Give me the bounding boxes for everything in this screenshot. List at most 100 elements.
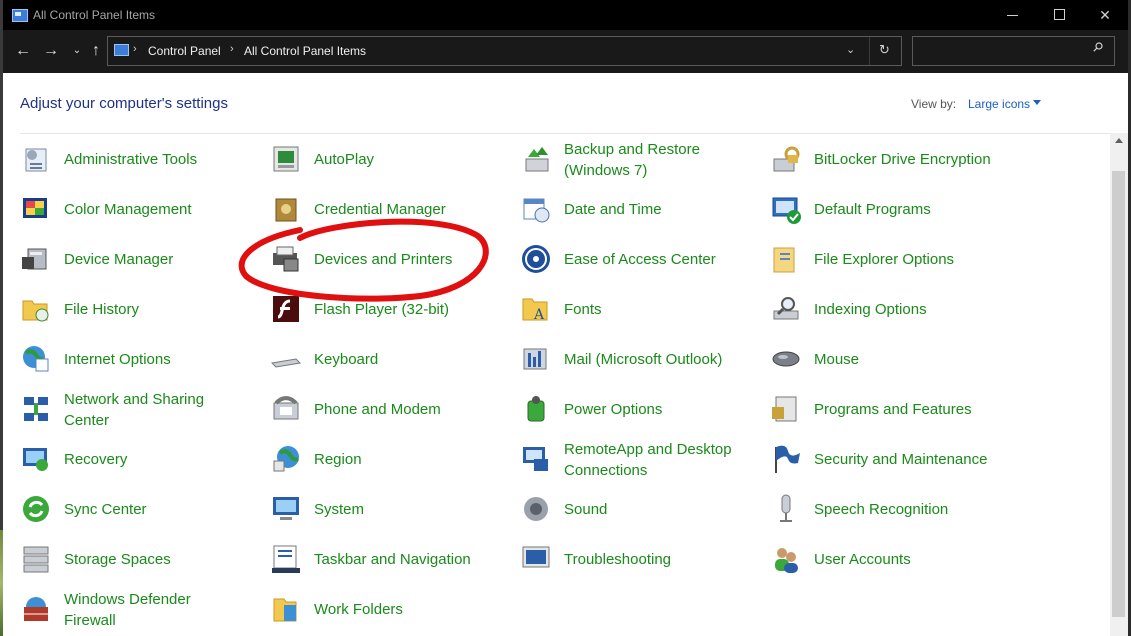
control-panel-item-flash-player-32-bit[interactable]: Flash Player (32-bit)	[270, 286, 510, 332]
item-label: BitLocker Drive Encryption	[814, 149, 991, 170]
back-button[interactable]: ←	[13, 42, 33, 62]
item-label-line: Indexing Options	[814, 301, 927, 318]
control-panel-item-windows-defender[interactable]: Windows Defender Firewall	[20, 586, 260, 632]
work-folders-icon	[270, 593, 302, 625]
control-panel-item-indexing-options[interactable]: Indexing Options	[770, 286, 1010, 332]
item-label: Sync Center	[64, 499, 147, 520]
item-label: Indexing Options	[814, 299, 927, 320]
control-panel-window: All Control Panel Items ✕ ← → ⌄ ↑ › Cont…	[3, 0, 1128, 636]
item-label-line: Power Options	[564, 401, 663, 418]
administrative-tools-icon	[20, 143, 52, 175]
control-panel-item-speech-recognition[interactable]: Speech Recognition	[770, 486, 1010, 532]
content-area: Adjust your computer's settings View by:…	[3, 73, 1128, 636]
control-panel-item-troubleshooting[interactable]: Troubleshooting	[520, 536, 760, 582]
mail-icon	[520, 343, 552, 375]
item-label-line: AutoPlay	[314, 151, 375, 168]
control-panel-item-programs-and-features[interactable]: Programs and Features	[770, 386, 1010, 432]
refresh-icon[interactable]: ↻	[879, 42, 890, 58]
globe-icon	[20, 343, 52, 375]
taskbar-icon	[270, 543, 302, 575]
autoplay-icon	[270, 143, 302, 175]
control-panel-item-devices-and-printers[interactable]: Devices and Printers	[270, 236, 510, 282]
control-panel-item-default-programs[interactable]: Default Programs	[770, 186, 1010, 232]
control-panel-item-bitlocker-drive-encryption[interactable]: BitLocker Drive Encryption	[770, 136, 1010, 182]
control-panel-item-fonts[interactable]: A Fonts	[520, 286, 760, 332]
vertical-scrollbar[interactable]	[1110, 133, 1128, 636]
search-box[interactable]	[912, 36, 1115, 66]
control-panel-item-device-manager[interactable]: Device Manager	[20, 236, 260, 282]
control-panel-item-recovery[interactable]: Recovery	[20, 436, 260, 482]
item-label: Date and Time	[564, 199, 662, 220]
control-panel-item-network-and-sharing[interactable]: Network and Sharing Center	[20, 386, 260, 432]
mouse-icon	[770, 343, 802, 375]
minimize-button[interactable]	[990, 0, 1036, 30]
address-dropdown-icon[interactable]: ⌄	[846, 43, 855, 56]
item-label: Flash Player (32-bit)	[314, 299, 449, 320]
item-label: Windows Defender Firewall	[64, 589, 191, 631]
item-label: Programs and Features	[814, 399, 972, 420]
storage-icon	[20, 543, 52, 575]
control-panel-item-file-explorer-options[interactable]: File Explorer Options	[770, 236, 1010, 282]
control-panel-item-power-options[interactable]: Power Options	[520, 386, 760, 432]
control-panel-item-mail-microsoft-outlook[interactable]: Mail (Microsoft Outlook)	[520, 336, 760, 382]
search-input[interactable]	[917, 41, 1091, 61]
item-label-line: Internet Options	[64, 351, 171, 368]
control-panel-item-taskbar-and-navigation[interactable]: Taskbar and Navigation	[270, 536, 510, 582]
control-panel-item-date-and-time[interactable]: Date and Time	[520, 186, 760, 232]
arrow-right-icon: →	[43, 42, 59, 59]
control-panel-item-storage-spaces[interactable]: Storage Spaces	[20, 536, 260, 582]
control-panel-item-sound[interactable]: Sound	[520, 486, 760, 532]
item-label: System	[314, 499, 364, 520]
phone-icon	[270, 393, 302, 425]
network-icon	[20, 393, 52, 425]
view-by-dropdown[interactable]: Large icons	[968, 97, 1030, 111]
close-button[interactable]: ✕	[1082, 0, 1128, 30]
control-panel-item-ease-of-access-center[interactable]: Ease of Access Center	[520, 236, 760, 282]
control-panel-item-region[interactable]: Region	[270, 436, 510, 482]
item-label-line: RemoteApp and Desktop	[564, 441, 732, 458]
remoteapp-icon	[520, 443, 552, 475]
item-label: File History	[64, 299, 139, 320]
control-panel-item-system[interactable]: System	[270, 486, 510, 532]
control-panel-item-credential-manager[interactable]: Credential Manager	[270, 186, 510, 232]
control-panel-item-color-management[interactable]: Color Management	[20, 186, 260, 232]
ease-of-access-icon	[520, 243, 552, 275]
control-panel-item-security-and-maintenance[interactable]: Security and Maintenance	[770, 436, 1010, 482]
item-label-line: Administrative Tools	[64, 151, 198, 168]
control-panel-item-keyboard[interactable]: Keyboard	[270, 336, 510, 382]
view-by-label: View by:	[911, 97, 957, 111]
item-label: Keyboard	[314, 349, 378, 370]
breadcrumb-separator-icon[interactable]: ›	[230, 43, 234, 55]
forward-button[interactable]: →	[41, 42, 61, 62]
programs-features-icon	[770, 393, 802, 425]
recent-locations-button[interactable]: ⌄	[67, 42, 87, 62]
item-label-line: Backup and Restore	[564, 141, 700, 158]
control-panel-item-file-history[interactable]: File History	[20, 286, 260, 332]
control-panel-item-sync-center[interactable]: Sync Center	[20, 486, 260, 532]
breadcrumb-all-control-panel-items[interactable]: All Control Panel Items	[244, 44, 366, 58]
title-bar: All Control Panel Items ✕	[3, 0, 1128, 30]
view-by-chevron-icon[interactable]	[1033, 100, 1041, 105]
control-panel-item-autoplay[interactable]: AutoPlay	[270, 136, 510, 182]
control-panel-item-backup-and-restore[interactable]: Backup and Restore (Windows 7)	[520, 136, 760, 182]
scrollbar-thumb[interactable]	[1112, 171, 1125, 617]
item-label-line: File Explorer Options	[814, 251, 955, 268]
control-panel-item-work-folders[interactable]: Work Folders	[270, 586, 510, 632]
control-panel-item-remoteapp-and-desktop[interactable]: RemoteApp and Desktop Connections	[520, 436, 760, 482]
scroll-up-icon[interactable]	[1115, 138, 1123, 143]
maximize-button[interactable]	[1036, 0, 1082, 30]
breadcrumb-control-panel[interactable]: Control Panel	[148, 44, 221, 58]
control-panel-item-phone-and-modem[interactable]: Phone and Modem	[270, 386, 510, 432]
search-icon[interactable]	[1093, 42, 1103, 52]
item-label-line: Region	[314, 451, 362, 468]
breadcrumb-separator-icon[interactable]: ›	[133, 43, 137, 55]
address-bar[interactable]: › Control Panel › All Control Panel Item…	[107, 36, 902, 66]
item-label: Power Options	[564, 399, 662, 420]
item-label-line: Sound	[564, 501, 608, 518]
up-button[interactable]: ↑	[86, 42, 106, 62]
control-panel-item-mouse[interactable]: Mouse	[770, 336, 1010, 382]
control-panel-item-internet-options[interactable]: Internet Options	[20, 336, 260, 382]
item-label-line: Work Folders	[314, 601, 403, 618]
control-panel-item-administrative-tools[interactable]: Administrative Tools	[20, 136, 260, 182]
control-panel-item-user-accounts[interactable]: User Accounts	[770, 536, 1010, 582]
